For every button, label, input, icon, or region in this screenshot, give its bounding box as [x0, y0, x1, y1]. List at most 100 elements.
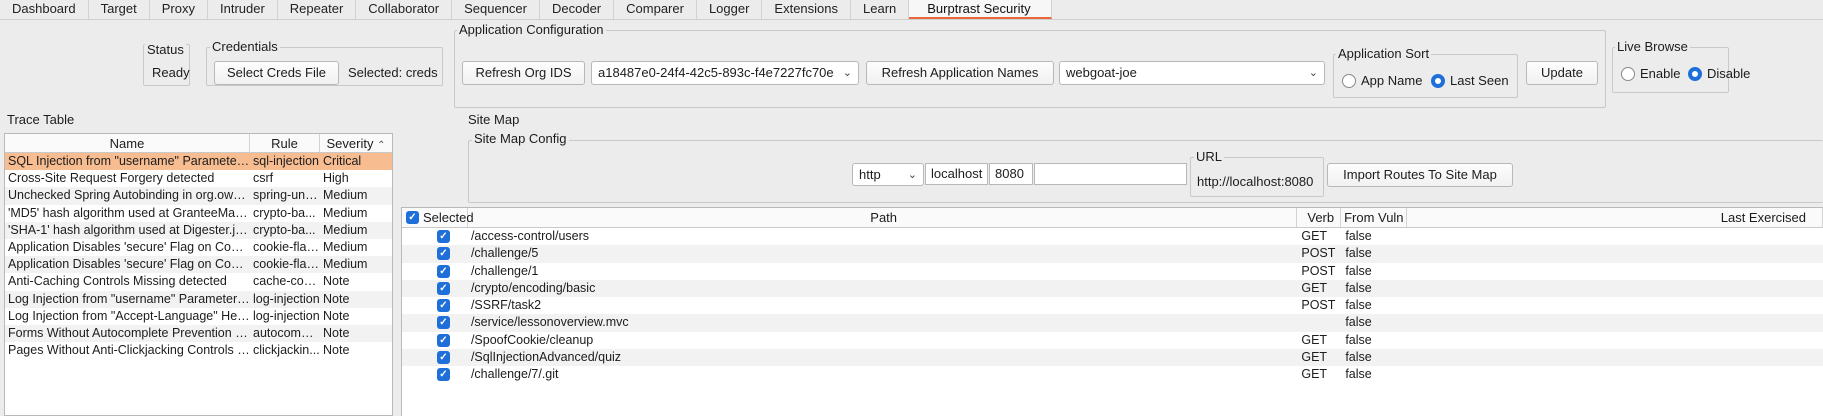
trace-table: Name Rule Severity ⌃ SQL Injection from …: [4, 133, 393, 416]
org-id-value: a18487e0-24f4-42c5-893c-f4e7227fc70e: [598, 65, 834, 80]
row-checkbox[interactable]: ✓: [437, 351, 450, 365]
from-vuln-cell: false: [1345, 280, 1372, 295]
column-header-name[interactable]: Name: [5, 134, 250, 152]
selected-cell: ✓: [402, 332, 468, 349]
live-browse-enable-radio[interactable]: Enable: [1621, 66, 1680, 81]
table-row[interactable]: Log Injection from "username" Parameter …: [5, 290, 392, 308]
verb-cell: GET: [1301, 229, 1328, 243]
trace-rule-cell: cache-con...: [253, 274, 320, 289]
column-header-verb[interactable]: Verb: [1297, 208, 1342, 227]
sort-last-seen-radio[interactable]: Last Seen: [1431, 73, 1509, 88]
selected-cell: ✓: [402, 263, 468, 280]
trace-name-cell: Anti-Caching Controls Missing detected: [8, 274, 227, 289]
trace-severity-cell: Medium: [323, 222, 368, 237]
trace-severity-cell: Note: [323, 274, 350, 289]
select-all-checkbox[interactable]: ✓: [406, 211, 419, 224]
table-row[interactable]: Log Injection from "Accept-Language" Hea…: [5, 308, 392, 325]
select-creds-file-button[interactable]: Select Creds File: [214, 61, 339, 85]
context-path-field[interactable]: [1034, 163, 1187, 185]
verb-cell: POST: [1301, 246, 1336, 261]
tab-sequencer[interactable]: Sequencer: [452, 0, 540, 19]
trace-rule-cell: log-injection: [253, 291, 320, 306]
protocol-select[interactable]: http ⌄: [852, 163, 924, 186]
table-row[interactable]: ✓ /crypto/encoding/basic GET false: [402, 279, 1823, 298]
table-row[interactable]: Pages Without Anti-Clickjacking Controls…: [5, 342, 392, 359]
live-browse-disable-radio[interactable]: Disable: [1688, 66, 1750, 81]
table-row[interactable]: ✓ /challenge/5 POST false: [402, 245, 1823, 263]
row-checkbox[interactable]: ✓: [437, 368, 450, 382]
table-row[interactable]: Unchecked Spring Autobinding in org.owas…: [5, 187, 392, 205]
table-row[interactable]: Forms Without Autocomplete Prevention de…: [5, 324, 392, 343]
row-checkbox[interactable]: ✓: [437, 247, 450, 261]
tab-collaborator[interactable]: Collaborator: [356, 0, 453, 19]
column-header-from-vuln[interactable]: From Vuln: [1341, 208, 1408, 227]
row-checkbox[interactable]: ✓: [437, 281, 450, 295]
trace-rule-cell: sql-injection: [253, 154, 320, 168]
tab-learn[interactable]: Learn: [851, 0, 910, 19]
last-exercised-cell: [1407, 349, 1823, 366]
sort-app-name-label: App Name: [1361, 73, 1423, 88]
tab-dashboard[interactable]: Dashboard: [0, 0, 89, 19]
table-row[interactable]: Anti-Caching Controls Missing detected ca…: [5, 273, 392, 290]
selected-cell: ✓: [402, 366, 468, 383]
tab-comparer[interactable]: Comparer: [614, 0, 697, 19]
row-checkbox[interactable]: ✓: [437, 230, 450, 243]
verb-cell: POST: [1301, 298, 1336, 313]
trace-name-cell: Forms Without Autocomplete Prevention de…: [8, 325, 250, 340]
url-value: http://localhost:8080: [1197, 174, 1314, 189]
column-header-severity[interactable]: Severity ⌃: [320, 134, 392, 152]
selected-cell: ✓: [402, 314, 468, 331]
sort-ascending-icon: ⌃: [377, 140, 386, 151]
tab-repeater[interactable]: Repeater: [277, 0, 357, 19]
row-checkbox[interactable]: ✓: [437, 299, 450, 313]
table-row[interactable]: ✓ /challenge/7/.git GET false: [402, 366, 1823, 383]
column-header-selected[interactable]: ✓ Selected: [402, 208, 474, 227]
table-row[interactable]: SQL Injection from "username" Parameter …: [5, 153, 392, 171]
sort-app-name-radio[interactable]: App Name: [1342, 73, 1422, 88]
trace-name-cell: Application Disables 'secure' Flag on Co…: [8, 239, 250, 254]
selected-cell: ✓: [402, 228, 468, 245]
import-routes-button[interactable]: Import Routes To Site Map: [1327, 163, 1513, 187]
table-row[interactable]: 'SHA-1' hash algorithm used at Digester.…: [5, 221, 392, 239]
verb-cell: GET: [1301, 350, 1328, 365]
tab-target[interactable]: Target: [88, 0, 150, 19]
application-name-value: webgoat-joe: [1066, 65, 1137, 80]
table-row[interactable]: ✓ /SSRF/task2 POST false: [402, 297, 1823, 314]
table-row[interactable]: Application Disables 'secure' Flag on Co…: [5, 256, 392, 274]
table-row[interactable]: 'MD5' hash algorithm used at GranteeMana…: [5, 205, 392, 222]
table-row[interactable]: ✓ /service/lessonoverview.mvc false: [402, 314, 1823, 332]
last-exercised-cell: [1407, 332, 1823, 349]
chevron-down-icon: ⌄: [842, 67, 852, 79]
port-field[interactable]: 8080: [989, 163, 1033, 185]
column-header-rule[interactable]: Rule: [250, 134, 320, 152]
column-header-last-exercised[interactable]: Last Exercised: [1407, 208, 1823, 227]
table-row[interactable]: ✓ /access-control/users GET false: [402, 228, 1823, 245]
update-button[interactable]: Update: [1526, 61, 1598, 85]
tab-intruder[interactable]: Intruder: [207, 0, 278, 19]
tab-burptrast-security[interactable]: Burptrast Security: [909, 0, 1052, 19]
url-title: URL: [1194, 149, 1225, 164]
org-id-select[interactable]: a18487e0-24f4-42c5-893c-f4e7227fc70e ⌄: [591, 61, 859, 85]
refresh-application-names-button[interactable]: Refresh Application Names: [866, 61, 1054, 85]
row-checkbox[interactable]: ✓: [437, 264, 450, 278]
status-title: Status: [145, 42, 186, 57]
selected-creds-label: Selected: creds: [348, 65, 438, 80]
tab-extensions[interactable]: Extensions: [762, 0, 852, 19]
refresh-org-ids-button[interactable]: Refresh Org IDS: [462, 61, 585, 85]
tab-decoder[interactable]: Decoder: [540, 0, 615, 19]
trace-severity-cell: Medium: [323, 257, 368, 272]
tab-logger[interactable]: Logger: [696, 0, 763, 19]
host-field[interactable]: localhost: [925, 163, 988, 185]
row-checkbox[interactable]: ✓: [437, 333, 450, 347]
trace-name-cell: 'MD5' hash algorithm used at GranteeMana…: [8, 205, 250, 220]
table-row[interactable]: ✓ /challenge/1 POST false: [402, 263, 1823, 280]
table-row[interactable]: Cross-Site Request Forgery detected csrf H…: [5, 170, 392, 187]
last-exercised-cell: [1407, 228, 1823, 245]
table-row[interactable]: Application Disables 'secure' Flag on Co…: [5, 239, 392, 256]
row-checkbox[interactable]: ✓: [437, 316, 450, 330]
tab-proxy[interactable]: Proxy: [149, 0, 208, 19]
table-row[interactable]: ✓ /SpoofCookie/cleanup GET false: [402, 332, 1823, 349]
application-name-select[interactable]: webgoat-joe ⌄: [1059, 61, 1325, 85]
column-header-path[interactable]: Path: [468, 208, 1298, 227]
table-row[interactable]: ✓ /SqlInjectionAdvanced/quiz GET false: [402, 349, 1823, 367]
